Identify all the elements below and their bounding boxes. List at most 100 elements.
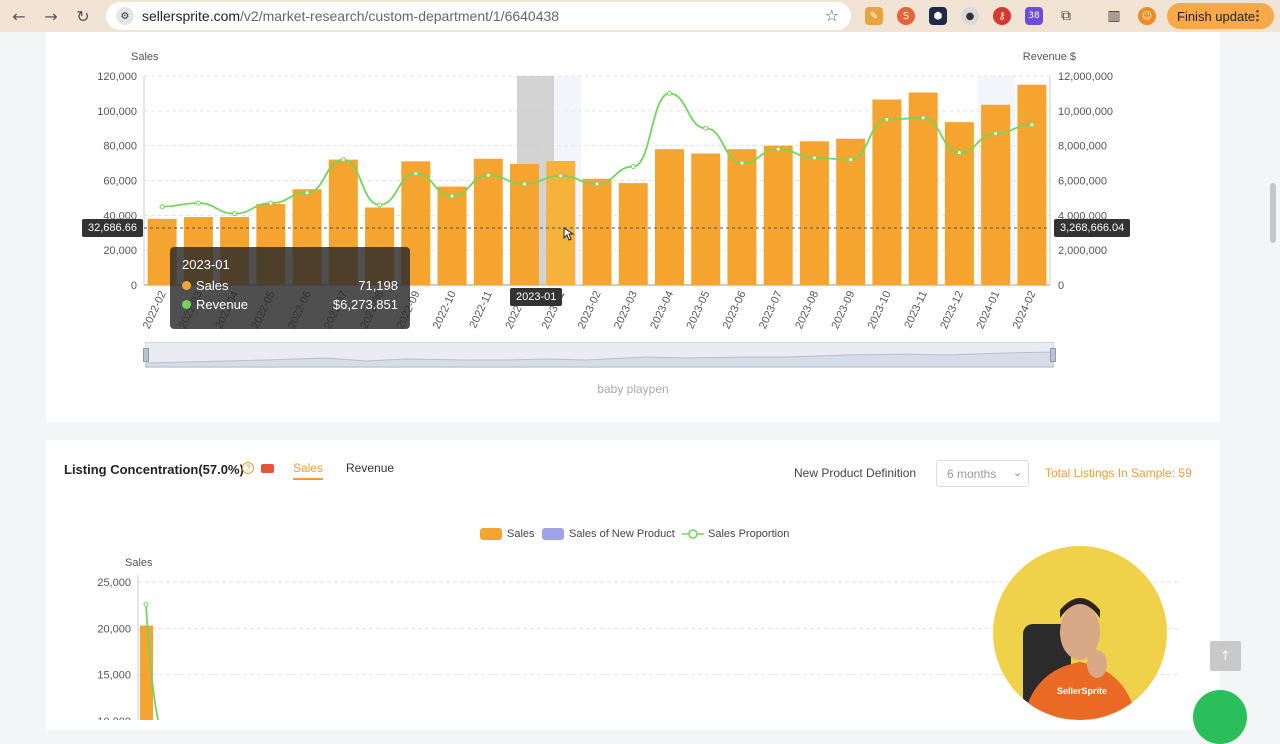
legend-sales[interactable]: Sales (480, 528, 535, 540)
left-tick-label: 20,000 (103, 245, 137, 257)
zoom-handle-left[interactable] (143, 348, 149, 362)
presenter-image: SellerSprite (1023, 598, 1137, 720)
sales-bar[interactable] (437, 186, 467, 285)
legend-proportion-label: Sales Proportion (708, 528, 790, 540)
sales-bar[interactable] (654, 149, 684, 285)
revenue-point[interactable] (340, 157, 346, 163)
x-tick-label: 2022-02 (141, 289, 169, 331)
right-tick-label: 8,000,000 (1058, 141, 1107, 153)
total-listings: Total Listings In Sample: 59 (1045, 466, 1192, 480)
revenue-point[interactable] (522, 181, 528, 187)
zoom-handle-right[interactable] (1050, 348, 1056, 362)
revenue-point[interactable] (594, 181, 600, 187)
revenue-point[interactable] (666, 90, 672, 96)
revenue-point[interactable] (1029, 122, 1035, 128)
legend-new-product[interactable]: Sales of New Product (542, 528, 675, 540)
legend-new-product-label: Sales of New Product (569, 528, 675, 540)
tab-sales[interactable]: Sales (293, 461, 324, 480)
sales-bar[interactable] (763, 145, 793, 285)
left-tick-label: 0 (131, 280, 137, 292)
video-icon[interactable] (261, 464, 274, 473)
revenue-point[interactable] (413, 171, 419, 177)
legend-proportion[interactable]: Sales Proportion (682, 528, 789, 540)
new-product-definition-select[interactable]: 6 months ⌄ (936, 460, 1029, 487)
revenue-point[interactable] (956, 150, 962, 156)
revenue-dot-icon (182, 300, 191, 309)
revenue-point[interactable] (159, 204, 165, 210)
sales-bar[interactable] (618, 183, 648, 285)
right-tick-label: 6,000,000 (1058, 176, 1107, 188)
legend-proportion-swatch (682, 529, 704, 539)
x-tick-label: 2023-12 (938, 289, 966, 331)
revenue-point[interactable] (920, 115, 926, 121)
revenue-point[interactable] (485, 172, 491, 178)
revenue-point[interactable] (739, 160, 745, 166)
page-scrollbar[interactable] (1270, 183, 1276, 243)
x-tick-label: 2023-09 (829, 289, 857, 331)
x-tick-label: 2024-01 (974, 289, 1002, 331)
tooltip-revenue-label: Revenue (196, 297, 249, 312)
sales-bar[interactable] (799, 141, 829, 285)
revenue-point[interactable] (377, 202, 383, 208)
tooltip-sales-label: Sales (196, 278, 229, 293)
revenue-point[interactable] (449, 193, 455, 199)
sales-bar[interactable] (727, 149, 757, 285)
scroll-to-top-button[interactable]: ↑ (1210, 641, 1241, 671)
revenue-point[interactable] (775, 146, 781, 152)
revenue-point[interactable] (558, 173, 564, 179)
revenue-point[interactable] (703, 125, 709, 131)
revenue-point[interactable] (811, 155, 817, 161)
x-tick-label: 2022-10 (431, 289, 459, 331)
legend-sales-label: Sales (507, 528, 535, 540)
tab-revenue[interactable]: Revenue (346, 461, 394, 475)
x-tick-label: 2024-02 (1011, 289, 1039, 331)
x-tick-label: 2023-02 (576, 289, 604, 331)
left-tick-label: 100,000 (97, 106, 137, 118)
revenue-point[interactable] (195, 200, 201, 206)
right-tick-label: 12,000,000 (1058, 71, 1113, 83)
revenue-point[interactable] (268, 200, 274, 206)
sales-bar[interactable] (1017, 84, 1047, 285)
dataset-label: baby playpen (597, 382, 669, 396)
revenue-point[interactable] (304, 190, 310, 196)
x-tick-label: 2023-10 (866, 289, 894, 331)
revenue-point[interactable] (630, 164, 636, 170)
revenue-point[interactable] (232, 211, 238, 217)
tooltip-revenue-row: Revenue $6,273.851 (182, 295, 398, 314)
webcam-overlay: SellerSprite (993, 546, 1167, 720)
left-tick-label: 120,000 (97, 71, 137, 83)
chat-button[interactable] (1193, 690, 1247, 744)
chart-tooltip: 2023-01 Sales 71,198 Revenue $6,273.851 (170, 247, 410, 329)
x-tick-label: 2023-06 (721, 289, 749, 331)
sales-bar[interactable] (582, 178, 612, 285)
x-tick-label: 2023-05 (685, 289, 713, 331)
svg-text:SellerSprite: SellerSprite (1057, 686, 1107, 696)
x-tick-label: 2023-04 (648, 289, 676, 331)
x-tick-label: 2023-11 (902, 289, 930, 330)
sales-bar[interactable] (872, 99, 902, 285)
left-axis-title: Sales (131, 51, 159, 63)
legend-new-product-swatch (542, 528, 564, 540)
x-tick-label: 2023-07 (757, 289, 785, 331)
crosshair-right-label: 3,268,666.04 (1054, 219, 1131, 237)
axis-pointer-label: 2023-01 (510, 288, 563, 306)
tooltip-revenue-value: $6,273.851 (332, 297, 398, 312)
data-zoom-slider[interactable] (143, 342, 1056, 368)
right-tick-label: 2,000,000 (1058, 245, 1107, 257)
right-axis-title: Revenue $ (1023, 51, 1076, 63)
new-product-definition-label: New Product Definition (794, 466, 917, 480)
sales-dot-icon (182, 281, 191, 290)
x-tick-label: 2022-11 (467, 289, 495, 330)
right-tick-label: 10,000,000 (1058, 106, 1113, 118)
revenue-point[interactable] (884, 117, 890, 123)
tooltip-title: 2023-01 (182, 257, 230, 272)
sales-bar[interactable] (546, 160, 576, 285)
revenue-point[interactable] (848, 157, 854, 163)
tooltip-sales-row: Sales 71,198 (182, 276, 398, 295)
new-product-definition-value: 6 months (947, 467, 997, 481)
legend-sales-swatch (480, 528, 502, 540)
revenue-point[interactable] (993, 130, 999, 136)
sales-bar[interactable] (691, 153, 721, 285)
help-icon[interactable]: ? (242, 462, 254, 474)
x-tick-label: 2023-03 (612, 289, 640, 331)
